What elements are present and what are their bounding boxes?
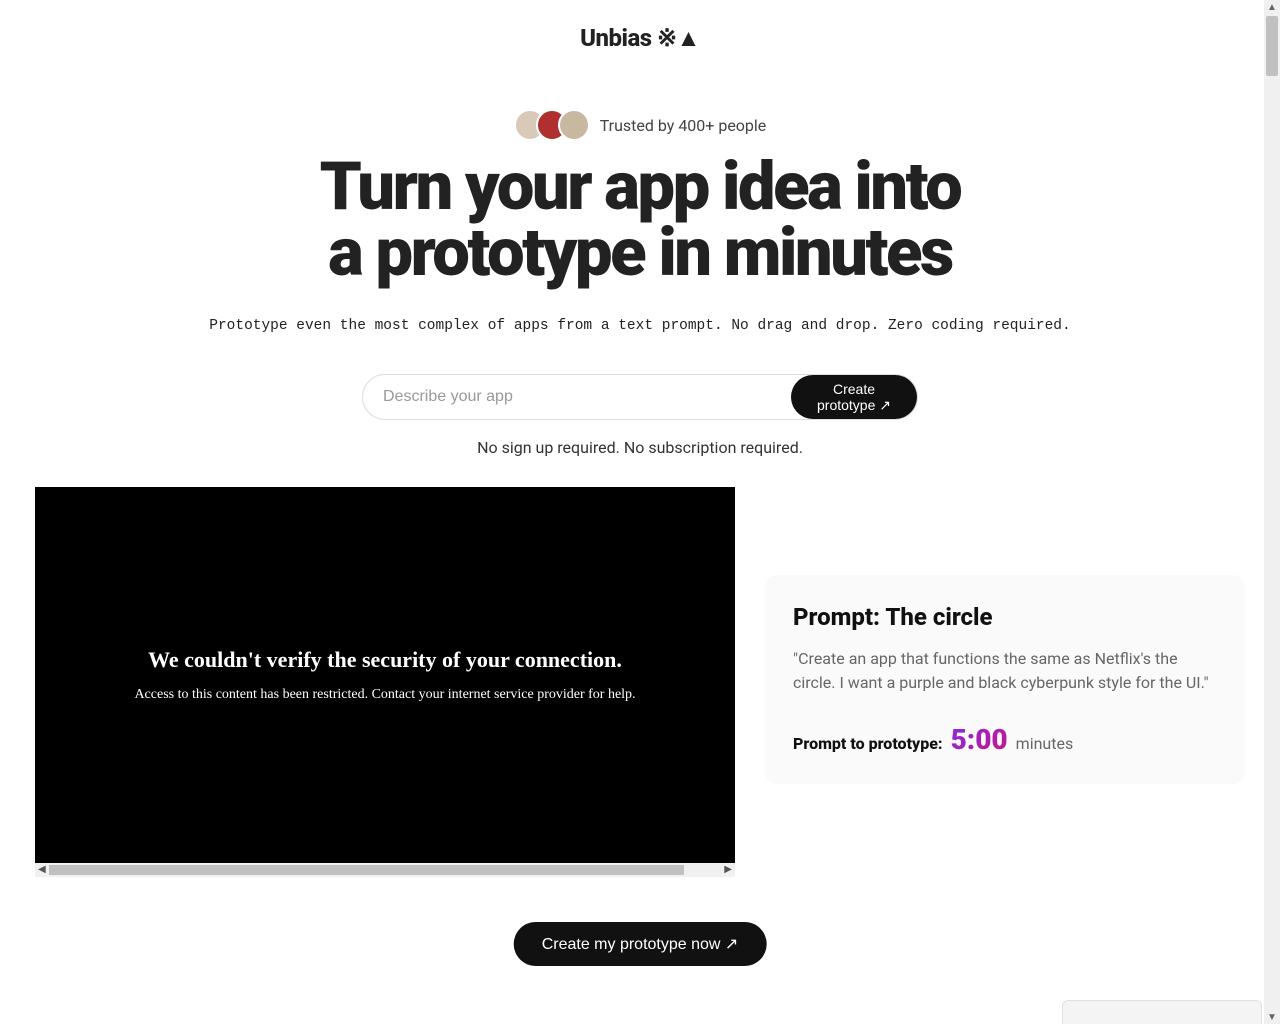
scrollbar-thumb[interactable] [49, 865, 684, 875]
video-horizontal-scrollbar[interactable]: ◀ ▶ [35, 863, 735, 877]
prompt-card-heading: Prompt: The circle [793, 603, 1217, 631]
scroll-down-icon[interactable]: ▼ [1267, 1012, 1277, 1022]
video-frame: We couldn't verify the security of your … [35, 487, 735, 877]
create-my-prototype-button[interactable]: Create my prototype now ↗ [514, 922, 767, 966]
scroll-left-icon[interactable]: ◀ [38, 864, 46, 875]
hero-title-line2: a prototype in minutes [328, 214, 952, 292]
scrollbar-thumb[interactable] [1266, 16, 1278, 76]
trust-avatars [514, 109, 590, 141]
trust-row: Trusted by 400+ people [35, 109, 1245, 141]
trust-text: Trusted by 400+ people [600, 116, 767, 135]
hero-subtitle: Prototype even the most complex of apps … [35, 318, 1245, 334]
footer-widget[interactable] [1062, 1000, 1262, 1024]
prompt-input[interactable] [363, 375, 815, 419]
prompt-card: Prompt: The circle "Create an app that f… [765, 575, 1245, 784]
scroll-up-icon[interactable]: ▲ [1267, 2, 1277, 12]
prompt-form: Create prototype ↗ [35, 374, 1245, 420]
video-error-body: Access to this content has been restrict… [134, 687, 635, 703]
ptp-unit: minutes [1016, 734, 1074, 753]
ptp-label: Prompt to prototype: [793, 734, 943, 753]
bottom-cta: Create my prototype now ↗ [514, 922, 767, 966]
prompt-card-quote: "Create an app that functions the same a… [793, 647, 1217, 695]
page-vertical-scrollbar[interactable]: ▲ ▼ [1264, 0, 1280, 1024]
create-button-line1: Create [833, 381, 875, 397]
scroll-right-icon[interactable]: ▶ [724, 864, 732, 875]
create-prototype-button[interactable]: Create prototype ↗ [791, 375, 917, 419]
video-error-title: We couldn't verify the security of your … [148, 647, 622, 673]
no-signup-text: No sign up required. No subscription req… [35, 438, 1245, 457]
video-error: We couldn't verify the security of your … [35, 487, 735, 863]
prompt-input-wrap: Create prototype ↗ [362, 374, 918, 420]
ptp-time: 5:00 [951, 723, 1008, 756]
create-button-line2: prototype ↗ [817, 397, 891, 413]
hero-title: Turn your app idea into a prototype in m… [35, 155, 1245, 286]
avatar [558, 109, 590, 141]
demo-row: We couldn't verify the security of your … [35, 487, 1245, 877]
logo: Unbias ※▲ [35, 24, 1245, 53]
prompt-to-prototype-row: Prompt to prototype: 5:00 minutes [793, 723, 1217, 756]
